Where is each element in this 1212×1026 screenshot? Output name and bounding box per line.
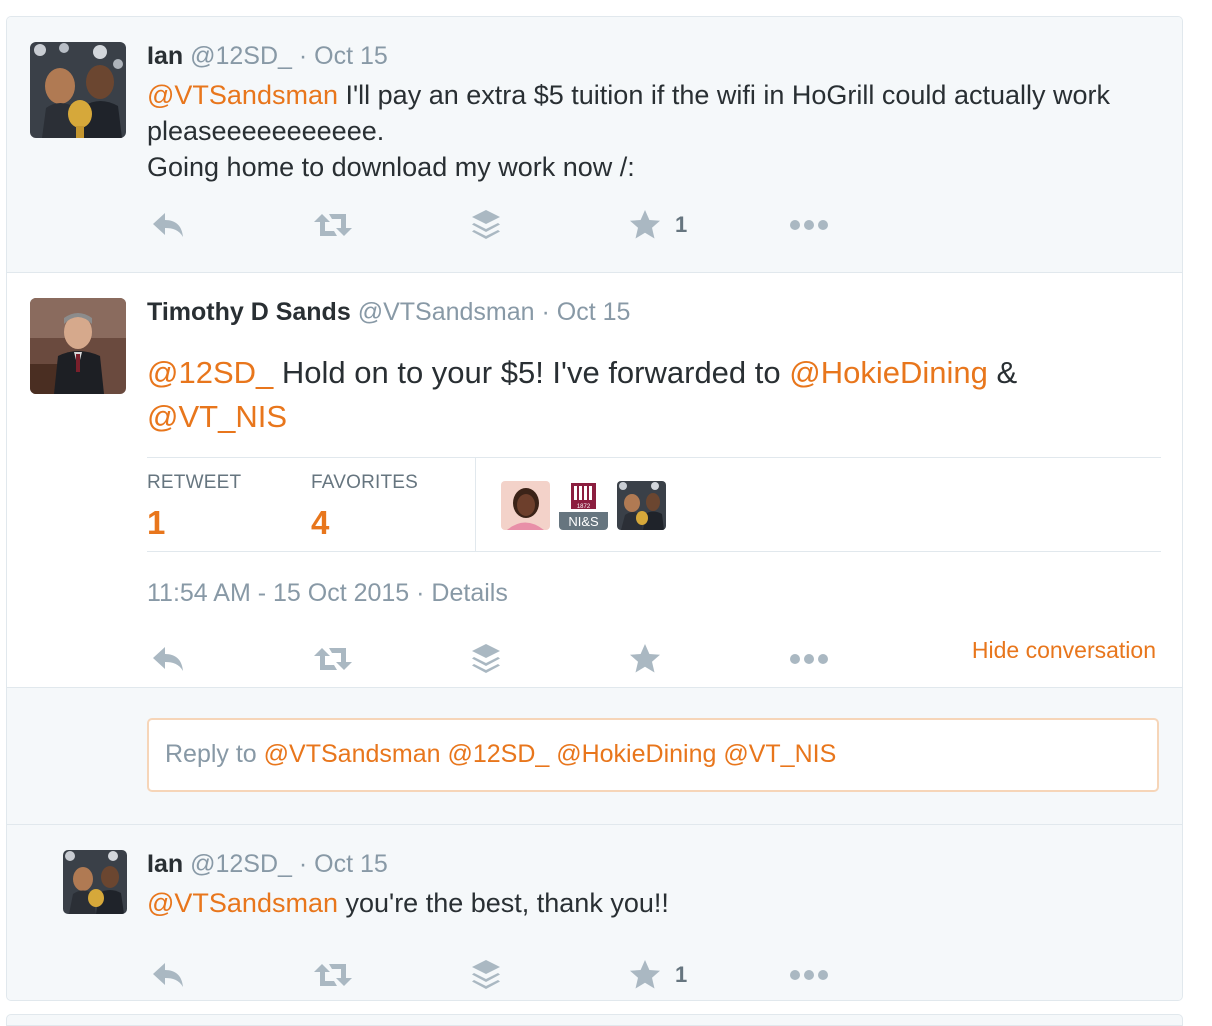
retweet-button[interactable] bbox=[313, 957, 353, 993]
mention-link[interactable]: @VTSandsman bbox=[147, 888, 338, 918]
buffer-button[interactable] bbox=[471, 641, 501, 677]
buffer-icon bbox=[471, 959, 501, 991]
tweet-date[interactable]: · Oct 15 bbox=[542, 298, 631, 326]
tweet-stats: RETWEET 1 FAVORITES 4 1872 NI&S bbox=[147, 457, 1161, 552]
more-icon bbox=[789, 969, 829, 981]
tweet-actions: 1 bbox=[147, 957, 847, 993]
tweet-header: Timothy D Sands @VTSandsman · Oct 15 bbox=[147, 298, 630, 327]
avatar-ian[interactable] bbox=[63, 850, 127, 914]
stats-divider bbox=[475, 458, 476, 551]
favorite-count: 1 bbox=[675, 212, 688, 237]
tweet-header: Ian @12SD_ · Oct 15 bbox=[147, 42, 388, 71]
favorite-count: 1 bbox=[675, 962, 688, 987]
tweet-text-line: I'll pay an extra $5 tuition if the wifi… bbox=[338, 80, 1111, 110]
tweet-ian-2[interactable]: Ian @12SD_ · Oct 15 @VTSandsman you're t… bbox=[7, 825, 1182, 1000]
buffer-button[interactable] bbox=[471, 207, 501, 243]
tweet-text: @12SD_ Hold on to your $5! I've forwarde… bbox=[147, 351, 1017, 439]
favorite-icon bbox=[629, 959, 661, 991]
mention-link[interactable]: @HokieDining bbox=[789, 355, 988, 390]
retweet-icon bbox=[313, 211, 353, 239]
favorite-button[interactable]: 1 bbox=[629, 207, 687, 243]
more-button[interactable] bbox=[789, 957, 829, 993]
tweet-date[interactable]: · Oct 15 bbox=[299, 42, 388, 70]
more-icon bbox=[789, 653, 829, 665]
more-button[interactable] bbox=[789, 207, 829, 243]
nis-badge-year: 1872 bbox=[577, 504, 591, 510]
favorites-count: 4 bbox=[311, 504, 330, 541]
tweet-text-line: Going home to download my work now /: bbox=[147, 152, 635, 182]
mention-link[interactable]: @12SD_ bbox=[147, 355, 273, 390]
favoriter-avatar-nis[interactable]: 1872 NI&S bbox=[559, 481, 608, 530]
mention-link[interactable]: @VTSandsman bbox=[147, 80, 338, 110]
tweet-text-segment: & bbox=[987, 355, 1018, 390]
details-link[interactable]: · Details bbox=[416, 579, 508, 607]
retweet-icon bbox=[313, 961, 353, 989]
reply-icon bbox=[151, 961, 185, 989]
nis-badge-text: NI&S bbox=[568, 514, 599, 529]
tweet-text-line: you're the best, thank you!! bbox=[338, 888, 669, 918]
reply-input[interactable]: Reply to @VTSandsman @12SD_ @HokieDining… bbox=[147, 718, 1159, 792]
username[interactable]: @12SD_ bbox=[190, 42, 292, 70]
retweet-count: 1 bbox=[147, 504, 166, 541]
tweet-timothy-sands[interactable]: Timothy D Sands @VTSandsman · Oct 15 @12… bbox=[7, 273, 1182, 688]
favorite-button[interactable] bbox=[629, 641, 661, 677]
tweet-text: @VTSandsman I'll pay an extra $5 tuition… bbox=[147, 77, 1110, 185]
fullname[interactable]: Ian bbox=[147, 850, 183, 878]
favorite-icon bbox=[629, 209, 661, 241]
tweet-text: @VTSandsman you're the best, thank you!! bbox=[147, 885, 669, 921]
fullname[interactable]: Ian bbox=[147, 42, 183, 70]
username[interactable]: @12SD_ bbox=[190, 850, 292, 878]
retweet-label: RETWEET bbox=[147, 472, 242, 493]
favoriter-avatar-ian[interactable] bbox=[617, 481, 666, 530]
favorites-label: FAVORITES bbox=[311, 472, 419, 493]
avatar-timothy-sands[interactable] bbox=[30, 298, 126, 394]
reply-mentions: @VTSandsman @12SD_ @HokieDining @VT_NIS bbox=[263, 740, 837, 768]
favoriter-avatar[interactable] bbox=[501, 481, 550, 530]
tweet-actions: 1 bbox=[147, 207, 847, 243]
hide-conversation-link[interactable]: Hide conversation bbox=[972, 637, 1156, 664]
tweet-date[interactable]: · Oct 15 bbox=[299, 850, 388, 878]
reply-prefix: Reply to bbox=[165, 740, 264, 768]
favorites-stat[interactable]: FAVORITES 4 bbox=[311, 472, 418, 542]
tweet-meta: 11:54 AM - 15 Oct 2015 · Details bbox=[147, 579, 508, 608]
reply-icon bbox=[151, 645, 185, 673]
tweet-timestamp[interactable]: 11:54 AM - 15 Oct 2015 bbox=[147, 579, 409, 607]
reply-area: Reply to @VTSandsman @12SD_ @HokieDining… bbox=[7, 688, 1182, 825]
favorite-button[interactable]: 1 bbox=[629, 957, 687, 993]
favorite-icon bbox=[629, 643, 661, 675]
mention-link[interactable]: @VT_NIS bbox=[147, 399, 287, 434]
buffer-icon bbox=[471, 643, 501, 675]
reply-button[interactable] bbox=[151, 641, 185, 677]
tweet-text-line: pleaseeeeeeeeeee. bbox=[147, 116, 385, 146]
reply-button[interactable] bbox=[151, 957, 185, 993]
retweet-icon bbox=[313, 645, 353, 673]
tweet-text-segment: Hold on to your $5! I've forwarded to bbox=[273, 355, 790, 390]
retweet-button[interactable] bbox=[313, 207, 353, 243]
retweet-stat[interactable]: RETWEET 1 bbox=[147, 472, 241, 542]
buffer-icon bbox=[471, 209, 501, 241]
tweet-ian-1[interactable]: Ian @12SD_ · Oct 15 @VTSandsman I'll pay… bbox=[7, 17, 1182, 273]
reply-icon bbox=[151, 211, 185, 239]
avatar-ian[interactable] bbox=[30, 42, 126, 138]
next-panel-edge bbox=[6, 1014, 1183, 1026]
retweet-button[interactable] bbox=[313, 641, 353, 677]
conversation-panel: Ian @12SD_ · Oct 15 @VTSandsman I'll pay… bbox=[6, 16, 1183, 1001]
tweet-header: Ian @12SD_ · Oct 15 bbox=[147, 850, 388, 879]
tweet-actions bbox=[147, 641, 847, 677]
more-icon bbox=[789, 219, 829, 231]
more-button[interactable] bbox=[789, 641, 829, 677]
username[interactable]: @VTSandsman bbox=[358, 298, 535, 326]
buffer-button[interactable] bbox=[471, 957, 501, 993]
reply-button[interactable] bbox=[151, 207, 185, 243]
fullname[interactable]: Timothy D Sands bbox=[147, 298, 351, 326]
